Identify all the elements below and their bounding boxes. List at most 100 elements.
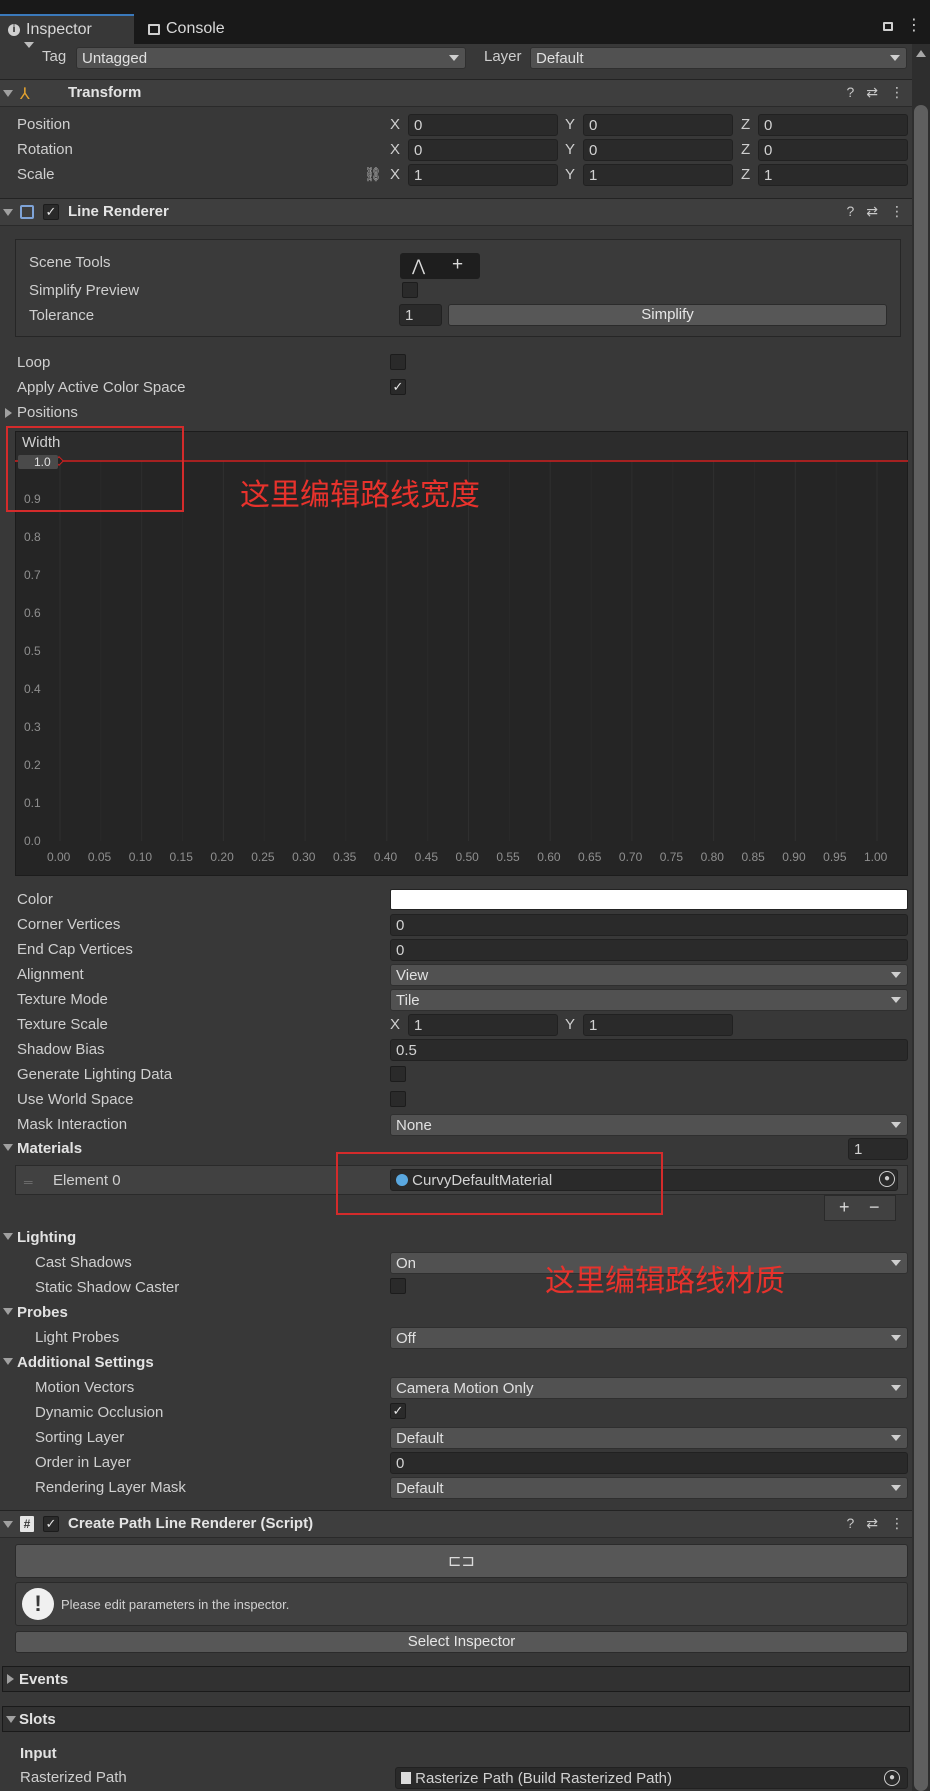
simplify-preview-label: Simplify Preview [29, 282, 140, 299]
simplify-button[interactable]: Simplify [448, 304, 887, 326]
tag-dropdown[interactable]: Untagged [76, 47, 466, 69]
constrain-proportions-icon[interactable]: ⛓ [364, 166, 382, 183]
scale-y-field[interactable]: 1 [583, 164, 733, 186]
rotation-y-field[interactable]: 0 [583, 139, 733, 161]
drag-handle-icon[interactable]: ═ [24, 1175, 33, 1189]
light-probes-dropdown[interactable]: Off [390, 1327, 908, 1349]
preset-icon[interactable]: ⇄ [866, 1515, 878, 1532]
fold-arrow-icon[interactable] [7, 1674, 14, 1684]
collapse-arrow-icon[interactable] [24, 42, 34, 48]
lighting-label[interactable]: Lighting [17, 1229, 76, 1246]
fold-arrow-icon[interactable] [5, 408, 12, 418]
static-shadow-checkbox[interactable] [390, 1278, 406, 1294]
layer-dropdown[interactable]: Default [530, 47, 907, 69]
generate-lighting-checkbox[interactable] [390, 1066, 406, 1082]
kebab-menu-icon[interactable]: ⋮ [890, 84, 904, 101]
order-in-layer-field[interactable]: 0 [390, 1452, 908, 1474]
tab-console[interactable]: Console [140, 14, 250, 44]
shadow-bias-field[interactable]: 0.5 [390, 1039, 908, 1061]
edit-points-icon[interactable]: ⋀ [412, 256, 425, 276]
script-header[interactable]: # ✓ Create Path Line Renderer (Script) ?… [0, 1510, 912, 1538]
slots-foldout[interactable]: Slots [2, 1706, 910, 1732]
texture-scale-y-field[interactable]: 1 [583, 1014, 733, 1036]
alignment-dropdown[interactable]: View [390, 964, 908, 986]
x-tick-label: 0.00 [47, 850, 71, 864]
fold-arrow-icon[interactable] [3, 1521, 13, 1528]
kebab-menu-icon[interactable]: ⋮ [890, 203, 904, 220]
script-enabled-checkbox[interactable]: ✓ [43, 1516, 59, 1532]
fold-arrow-icon[interactable] [3, 1144, 13, 1151]
header-icons: ? ⇄ ⋮ [846, 203, 904, 220]
slots-label: Slots [19, 1711, 56, 1728]
rotation-x-field[interactable]: 0 [408, 139, 558, 161]
tab-inspector[interactable]: i Inspector [0, 14, 134, 44]
scale-x-field[interactable]: 1 [408, 164, 558, 186]
use-world-space-checkbox[interactable] [390, 1091, 406, 1107]
add-element-icon[interactable]: + [839, 1197, 850, 1218]
x-tick-label: 0.05 [87, 850, 112, 864]
kebab-menu-icon[interactable]: ⋮ [906, 18, 922, 34]
additional-settings-label[interactable]: Additional Settings [17, 1354, 154, 1371]
scroll-up-icon[interactable] [916, 50, 926, 57]
motion-vectors-dropdown[interactable]: Camera Motion Only [390, 1377, 908, 1399]
kebab-menu-icon[interactable]: ⋮ [890, 1515, 904, 1532]
end-cap-vertices-field[interactable]: 0 [390, 939, 908, 961]
motion-vectors-label: Motion Vectors [35, 1379, 135, 1396]
scale-z-field[interactable]: 1 [758, 164, 908, 186]
rendering-layer-mask-dropdown[interactable]: Default [390, 1477, 908, 1499]
scene-tools-group: ⋀ + [400, 253, 480, 279]
add-points-icon[interactable]: + [452, 254, 463, 276]
position-z-field[interactable]: 0 [758, 114, 908, 136]
rotation-z-field[interactable]: 0 [758, 139, 908, 161]
dynamic-occlusion-checkbox[interactable]: ✓ [390, 1403, 406, 1419]
positions-label[interactable]: Positions [17, 404, 78, 421]
fold-arrow-icon[interactable] [3, 90, 13, 97]
rasterized-path-field[interactable]: Rasterize Path (Build Rasterized Path) [395, 1767, 908, 1789]
axis-z-label: Z [741, 141, 751, 158]
lock-icon[interactable] [883, 22, 893, 31]
object-picker-icon[interactable]: ● [879, 1171, 895, 1187]
sorting-layer-dropdown[interactable]: Default [390, 1427, 908, 1449]
preset-icon[interactable]: ⇄ [866, 84, 878, 101]
fold-arrow-icon[interactable] [3, 1308, 13, 1315]
color-field[interactable] [390, 889, 908, 910]
materials-count-field[interactable]: 1 [848, 1138, 908, 1160]
materials-label[interactable]: Materials [17, 1140, 82, 1157]
help-icon[interactable]: ? [846, 1515, 854, 1532]
mask-interaction-dropdown[interactable]: None [390, 1114, 908, 1136]
position-label: Position [17, 116, 71, 133]
graph-button[interactable]: ⊏⊐ [15, 1544, 908, 1578]
tolerance-field[interactable]: 1 [399, 304, 442, 326]
list-buttons: + − [824, 1195, 896, 1221]
fold-arrow-icon[interactable] [3, 1233, 13, 1240]
remove-element-icon[interactable]: − [869, 1197, 880, 1218]
scrollbar-thumb[interactable] [914, 105, 928, 1791]
texture-mode-dropdown[interactable]: Tile [390, 989, 908, 1011]
position-x-field[interactable]: 0 [408, 114, 558, 136]
fold-arrow-icon[interactable] [3, 209, 13, 216]
corner-vertices-field[interactable]: 0 [390, 914, 908, 936]
help-icon[interactable]: ? [846, 84, 854, 101]
help-icon[interactable]: ? [846, 203, 854, 220]
simplify-preview-checkbox[interactable] [402, 282, 418, 298]
loop-checkbox[interactable] [390, 354, 406, 370]
object-picker-icon[interactable]: ● [884, 1770, 900, 1786]
axis-z-label: Z [741, 116, 751, 133]
apply-color-space-checkbox[interactable]: ✓ [390, 379, 406, 395]
preset-icon[interactable]: ⇄ [866, 203, 878, 220]
enabled-checkbox[interactable]: ✓ [43, 204, 59, 220]
axis-y-label: Y [565, 116, 576, 133]
texture-scale-x-field[interactable]: 1 [408, 1014, 558, 1036]
fold-arrow-icon[interactable] [6, 1716, 16, 1723]
probes-label[interactable]: Probes [17, 1304, 68, 1321]
line-renderer-header[interactable]: ✓ Line Renderer ? ⇄ ⋮ [0, 198, 912, 226]
fold-arrow-icon[interactable] [3, 1358, 13, 1365]
x-tick-label: 0.45 [414, 850, 438, 864]
select-inspector-button[interactable]: Select Inspector [15, 1631, 908, 1653]
events-foldout[interactable]: Events [2, 1666, 910, 1692]
rasterized-path-label: Rasterized Path [20, 1769, 127, 1786]
transform-header[interactable]: ⅄ Transform ? ⇄ ⋮ [0, 79, 912, 107]
x-tick-label: 0.70 [618, 850, 643, 864]
tag-value: Untagged [82, 50, 148, 67]
position-y-field[interactable]: 0 [583, 114, 733, 136]
